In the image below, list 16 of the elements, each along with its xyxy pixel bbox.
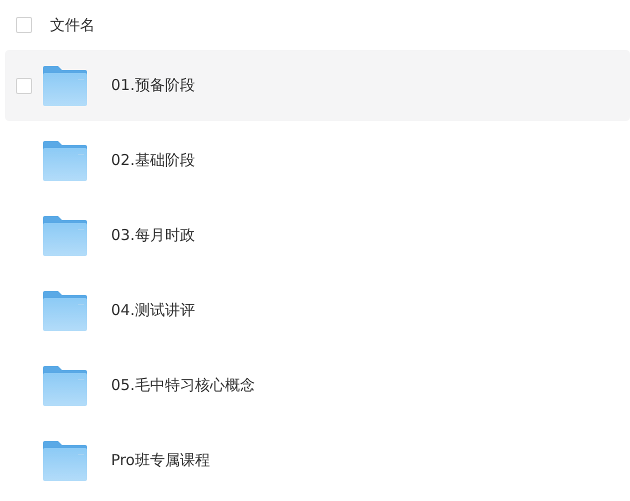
folder-name[interactable]: 03.每月时政: [111, 226, 195, 245]
column-header: 文件名: [50, 16, 95, 34]
folder-icon: [42, 214, 88, 256]
folder-icon: [42, 440, 88, 482]
folder-icon: [42, 140, 88, 182]
folder-name[interactable]: 01.预备阶段: [111, 76, 195, 95]
folder-icon: [42, 290, 88, 332]
checkbox[interactable]: [16, 17, 32, 33]
folder-icon: [42, 364, 88, 406]
folder-name[interactable]: 02.基础阶段: [111, 151, 195, 170]
file-row[interactable]: 01.预备阶段: [5, 50, 630, 121]
folder-name[interactable]: Pro班专属课程: [111, 451, 210, 470]
folder-name[interactable]: 04.测试讲评: [111, 301, 195, 320]
folder-icon: [42, 64, 88, 106]
folder-name[interactable]: 05.毛中特习核心概念: [111, 376, 255, 395]
checkbox[interactable]: [16, 78, 32, 94]
